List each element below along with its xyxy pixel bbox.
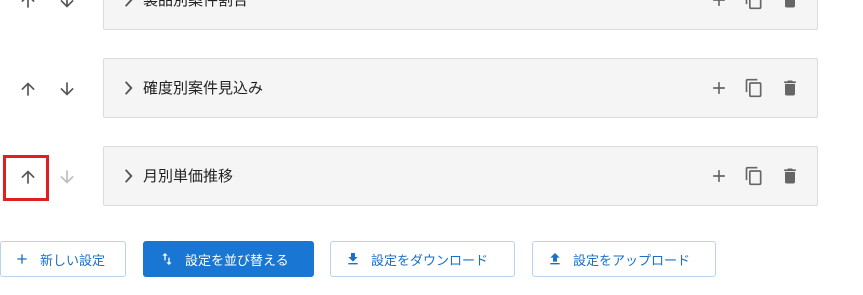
arrow-down-icon: [60, 82, 74, 96]
sort-settings-label: 設定を並び替える: [185, 253, 289, 269]
row-actions: [707, 0, 817, 12]
move-up-button[interactable]: [15, 0, 41, 14]
move-down-button[interactable]: [54, 76, 80, 102]
setting-title: 製品別案件割合: [143, 0, 249, 9]
chevron-right-icon: [121, 0, 135, 9]
arrow-up-icon: [21, 0, 35, 8]
add-button[interactable]: [707, 76, 731, 100]
trash-icon: [784, 168, 796, 184]
download-settings-label: 設定をダウンロード: [371, 253, 489, 269]
delete-button[interactable]: [778, 0, 802, 12]
copy-button[interactable]: [742, 164, 766, 188]
new-setting-label: 新しい設定: [40, 253, 106, 269]
swap-vertical-icon: [159, 251, 175, 267]
download-settings-button[interactable]: 設定をダウンロード: [330, 241, 515, 277]
move-down-button[interactable]: [54, 0, 80, 14]
delete-button[interactable]: [778, 164, 802, 188]
arrow-up-icon: [21, 170, 35, 184]
copy-icon: [745, 78, 762, 98]
arrow-up-icon: [21, 82, 35, 96]
add-button[interactable]: [707, 0, 731, 12]
upload-settings-label: 設定をアップロード: [573, 253, 691, 269]
dashboard-settings-list: 製品別案件割合 確度別案件見込み 月別単価推移 新しい設定 設定を並び替える 設…: [0, 0, 863, 295]
plus-icon: [713, 0, 725, 6]
setting-row: 確度別案件見込み: [0, 58, 863, 120]
upload-icon: [547, 251, 563, 267]
chevron-right-icon: [121, 79, 135, 97]
trash-icon: [784, 80, 796, 96]
row-reorder-controls: [13, 76, 83, 102]
plus-icon: [713, 170, 725, 182]
row-actions: [707, 76, 817, 100]
add-button[interactable]: [707, 164, 731, 188]
move-down-button-disabled: [54, 164, 80, 190]
delete-button[interactable]: [778, 76, 802, 100]
settings-toolbar: 新しい設定 設定を並び替える 設定をダウンロード 設定をアップロード: [0, 241, 863, 281]
upload-settings-button[interactable]: 設定をアップロード: [532, 241, 716, 277]
row-actions: [707, 164, 817, 188]
move-up-button[interactable]: [15, 76, 41, 102]
row-reorder-controls: [13, 0, 83, 14]
copy-button[interactable]: [742, 76, 766, 100]
chevron-right-icon: [121, 167, 135, 185]
plus-icon: [713, 82, 725, 94]
new-setting-button[interactable]: 新しい設定: [0, 241, 126, 277]
arrow-down-icon: [60, 0, 74, 8]
move-up-button[interactable]: [15, 164, 41, 190]
setting-row: 製品別案件割合: [0, 0, 863, 32]
setting-title: 月別単価推移: [143, 167, 234, 185]
copy-icon: [745, 0, 762, 10]
row-reorder-controls: [13, 164, 83, 190]
setting-panel-header[interactable]: 確度別案件見込み: [103, 58, 818, 118]
setting-panel-header[interactable]: 製品別案件割合: [103, 0, 818, 30]
sort-settings-button[interactable]: 設定を並び替える: [143, 241, 314, 277]
trash-icon: [785, 0, 795, 8]
copy-icon: [745, 166, 762, 186]
download-icon: [345, 251, 361, 267]
setting-title: 確度別案件見込み: [143, 79, 264, 97]
setting-panel-header[interactable]: 月別単価推移: [103, 146, 818, 206]
plus-icon: [14, 251, 30, 267]
setting-row: 月別単価推移: [0, 146, 863, 208]
arrow-down-icon: [60, 170, 74, 184]
copy-button[interactable]: [742, 0, 766, 12]
